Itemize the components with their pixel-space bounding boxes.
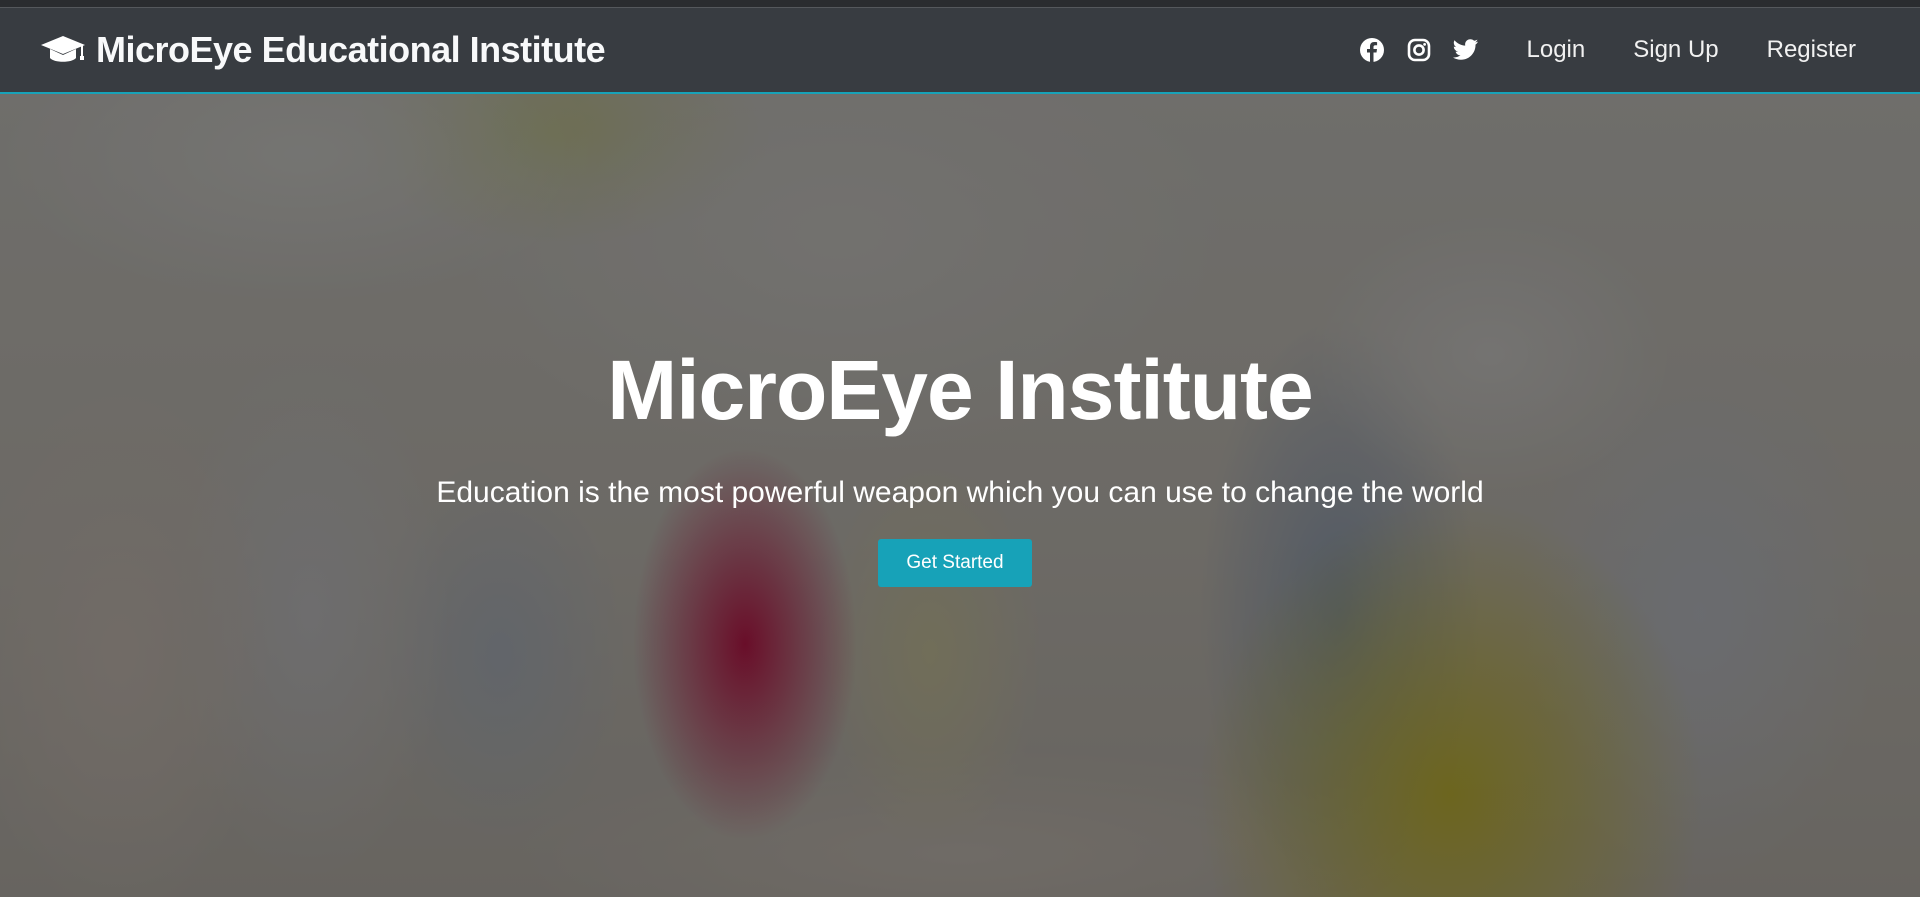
nav-right: Login Sign Up Register xyxy=(1359,30,1856,70)
hero-subtitle: Education is the most powerful weapon wh… xyxy=(436,476,1484,509)
nav-signup-link[interactable]: Sign Up xyxy=(1633,30,1718,70)
brand-title: MicroEye Educational Institute xyxy=(96,29,606,70)
twitter-icon[interactable] xyxy=(1452,39,1479,61)
brand-link[interactable]: MicroEye Educational Institute xyxy=(40,29,606,71)
hero-section: MicroEye Institute Education is the most… xyxy=(0,94,1920,897)
browser-top-edge xyxy=(0,0,1920,8)
facebook-icon[interactable] xyxy=(1359,37,1385,63)
hero-content: MicroEye Institute Education is the most… xyxy=(0,94,1920,897)
hero-title: MicroEye Institute xyxy=(607,343,1313,437)
instagram-icon[interactable] xyxy=(1407,38,1431,62)
nav-register-link[interactable]: Register xyxy=(1767,30,1856,70)
social-links xyxy=(1359,37,1479,63)
nav-login-link[interactable]: Login xyxy=(1527,30,1586,70)
get-started-button[interactable]: Get Started xyxy=(878,539,1032,587)
page: MicroEye Educational Institute Login Sig… xyxy=(0,0,1920,897)
navbar: MicroEye Educational Institute Login Sig… xyxy=(0,8,1920,94)
graduation-cap-icon xyxy=(40,33,86,67)
